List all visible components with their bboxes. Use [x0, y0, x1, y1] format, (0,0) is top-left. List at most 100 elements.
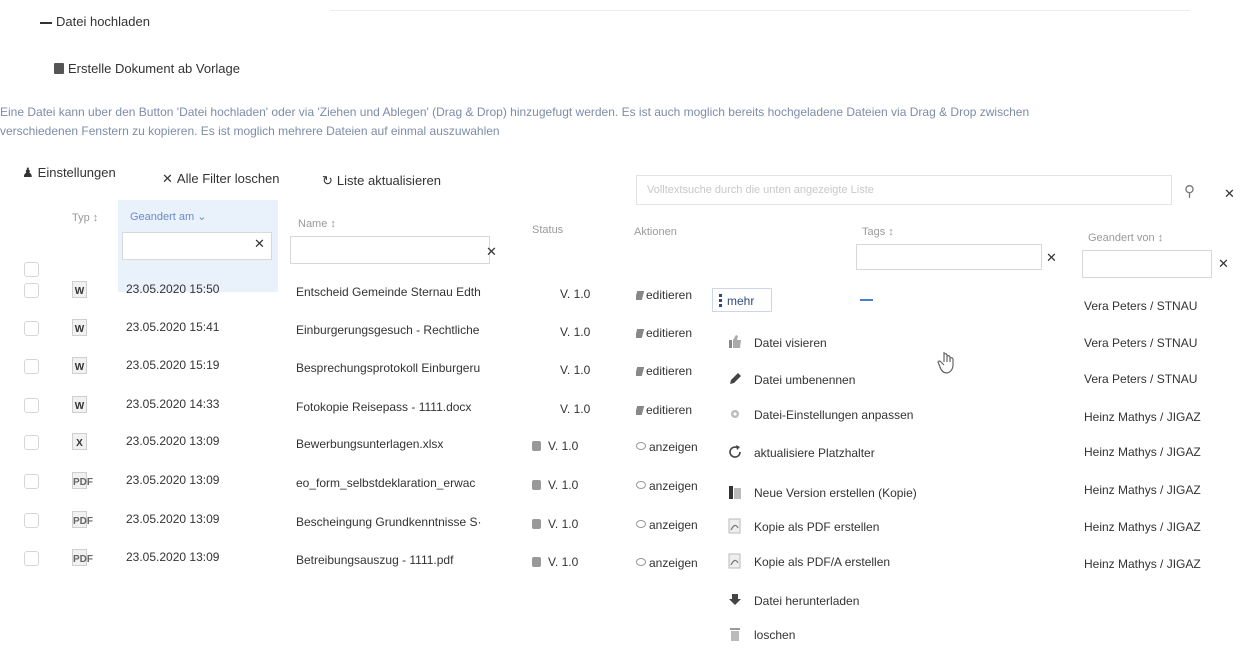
row-checkbox[interactable] — [24, 321, 39, 336]
settings-label: Einstellungen — [37, 165, 116, 180]
row-checkbox[interactable] — [24, 551, 39, 566]
info-text-line1: Eine Datei kann uber den Button 'Datei h… — [0, 105, 1030, 119]
pencil-icon — [728, 371, 742, 387]
clear-tags-filter-icon[interactable]: ✕ — [1046, 250, 1057, 266]
row-checkbox[interactable] — [24, 359, 39, 374]
menu-item-datei-herunterladen[interactable]: Datei herunterladen — [729, 594, 860, 608]
row-action-link[interactable]: anzeigen — [636, 518, 708, 532]
filter-changed-by-input[interactable] — [1082, 250, 1212, 278]
menu-item-label: loschen — [754, 628, 796, 642]
edit-icon — [636, 406, 645, 415]
more-actions-label: mehr — [727, 294, 755, 308]
clear-filters-button[interactable]: ✕ Alle Filter loschen — [162, 171, 280, 187]
row-file-name[interactable]: eo_form_selbstdeklaration_erwac — [296, 476, 518, 490]
filter-name-input[interactable] — [290, 236, 490, 264]
row-version: V. 1.0 — [560, 287, 591, 301]
clear-changed-at-filter-icon[interactable]: ✕ — [254, 236, 265, 252]
row-status: V. 1.0 — [532, 517, 578, 531]
row-changed-by: Vera Peters / STNAU — [1084, 335, 1198, 350]
row-file-name[interactable]: Entscheid Gemeinde Sternau Edth — [296, 285, 518, 299]
file-type-icon: PDF — [72, 472, 93, 489]
upload-file-link[interactable]: Datei hochladen — [40, 14, 150, 29]
row-action-link[interactable]: anzeigen — [636, 479, 708, 493]
row-file-name[interactable]: Bescheingung Grundkenntnisse S· — [296, 515, 518, 529]
menu-item-kopie-als-pdf-a-erstellen[interactable]: Kopie als PDF/A erstellen — [728, 553, 890, 569]
fulltext-search-input[interactable]: Volltextsuche durch die unten angezeigte… — [636, 175, 1172, 205]
row-action-label: anzeigen — [649, 518, 698, 532]
copy-icon — [728, 484, 742, 500]
row-changed-by: Heinz Mathys / JIGAZ — [1084, 409, 1201, 424]
row-action-link[interactable]: anzeigen — [636, 440, 708, 454]
row-action-link[interactable]: anzeigen — [636, 556, 708, 570]
settings-button[interactable]: ♟ Einstellungen — [22, 165, 116, 181]
row-checkbox[interactable] — [24, 435, 39, 450]
row-checkbox[interactable] — [24, 474, 39, 489]
row-file-name[interactable]: Einburgerungsgesuch - Rechtliche — [296, 323, 518, 337]
row-changed-at: 23.05.2020 13:09 — [126, 434, 220, 448]
column-header-changed-at[interactable]: Geandert am ⌄ — [130, 210, 206, 223]
select-all-checkbox[interactable] — [24, 262, 39, 277]
row-status: V. 1.0 — [560, 363, 590, 377]
menu-item-kopie-als-pdf-erstellen[interactable]: Kopie als PDF erstellen — [728, 518, 879, 534]
column-header-type[interactable]: Typ ↕ — [72, 212, 98, 224]
visa-thumb-icon — [532, 519, 541, 529]
row-version: V. 1.0 — [548, 555, 579, 569]
menu-item-loschen[interactable]: loschen — [730, 628, 796, 642]
row-changed-at: 23.05.2020 15:19 — [126, 358, 220, 372]
file-type-icon: X — [72, 433, 87, 450]
search-placeholder: Volltextsuche durch die unten angezeigte… — [647, 184, 874, 196]
row-changed-by: Heinz Mathys / JIGAZ — [1084, 445, 1201, 459]
row-file-name[interactable]: Bewerbungsunterlagen.xlsx — [296, 437, 518, 451]
row-action-link[interactable]: editieren — [636, 288, 708, 302]
menu-item-label: Datei herunterladen — [754, 594, 860, 608]
row-action-link[interactable]: editieren — [636, 403, 708, 417]
search-icon[interactable]: ⚲ — [1184, 182, 1195, 200]
file-type-icon: PDF — [72, 549, 93, 566]
menu-item-datei-umbenennen[interactable]: Datei umbenennen — [730, 373, 855, 387]
column-header-name[interactable]: Name ↕ — [298, 218, 336, 230]
row-changed-at: 23.05.2020 14:33 — [126, 397, 220, 411]
row-file-name[interactable]: Betreibungsauszug - 1111.pdf — [296, 553, 518, 567]
column-header-tags[interactable]: Tags ↕ — [862, 226, 894, 238]
clear-changed-by-filter-icon[interactable]: ✕ — [1218, 256, 1229, 272]
hand-cursor-icon — [937, 352, 954, 374]
row-status: V. 1.0 — [532, 439, 578, 453]
menu-item-label: Neue Version erstellen (Kopie) — [754, 486, 917, 500]
row-action-label: editieren — [646, 288, 693, 302]
create-from-template-label: Erstelle Dokument ab Vorlage — [68, 61, 240, 76]
clear-name-filter-icon[interactable]: ✕ — [486, 244, 497, 260]
info-text-line2: verschiedenen Fenstern zu kopieren. Es i… — [0, 124, 500, 138]
create-from-template-link[interactable]: Erstelle Dokument ab Vorlage — [54, 61, 240, 76]
menu-item-aktualisiere-platzhalter[interactable]: aktualisiere Platzhalter — [729, 445, 875, 460]
more-actions-button[interactable]: mehr — [712, 288, 772, 312]
download-icon — [728, 592, 742, 608]
visa-thumb-icon — [532, 480, 541, 490]
row-file-name[interactable]: Besprechungsprotokoll Einburgeru — [296, 361, 518, 375]
row-changed-by: Vera Peters / STNAU — [1084, 299, 1198, 313]
row-action-label: editieren — [646, 403, 693, 417]
column-header-changed-by[interactable]: Geandert von ↕ — [1088, 232, 1163, 244]
row-changed-at: 23.05.2020 15:50 — [126, 282, 220, 296]
row-file-name[interactable]: Fotokopie Reisepass - 1111.docx — [296, 400, 518, 414]
file-type-icon: W — [72, 281, 87, 298]
file-type-icon: W — [72, 319, 87, 336]
clear-filters-label: Alle Filter loschen — [176, 171, 280, 186]
menu-item-datei-einstellungen-anpassen[interactable]: Datei-Einstellungen anpassen — [731, 408, 913, 422]
row-checkbox[interactable] — [24, 513, 39, 528]
tag-indicator — [860, 299, 873, 301]
row-action-link[interactable]: editieren — [636, 364, 708, 378]
filter-tags-input[interactable] — [856, 244, 1042, 270]
menu-item-datei-visieren[interactable]: Datei visieren — [729, 335, 827, 350]
row-version: V. 1.0 — [548, 439, 579, 453]
refresh-icon — [728, 444, 742, 460]
row-changed-at: 23.05.2020 15:41 — [126, 320, 220, 334]
row-checkbox[interactable] — [24, 398, 39, 413]
filter-changed-at-input[interactable] — [122, 232, 272, 260]
row-action-link[interactable]: editieren — [636, 326, 708, 340]
menu-item-neue-version-erstellen-kopie[interactable]: Neue Version erstellen (Kopie) — [729, 486, 917, 500]
refresh-list-button[interactable]: ↻ Liste aktualisieren — [322, 173, 441, 189]
row-checkbox[interactable] — [24, 283, 39, 298]
clear-search-icon[interactable]: ✕ — [1224, 186, 1235, 202]
row-version: V. 1.0 — [548, 517, 579, 531]
row-changed-by: Heinz Mathys / JIGAZ — [1084, 482, 1201, 497]
